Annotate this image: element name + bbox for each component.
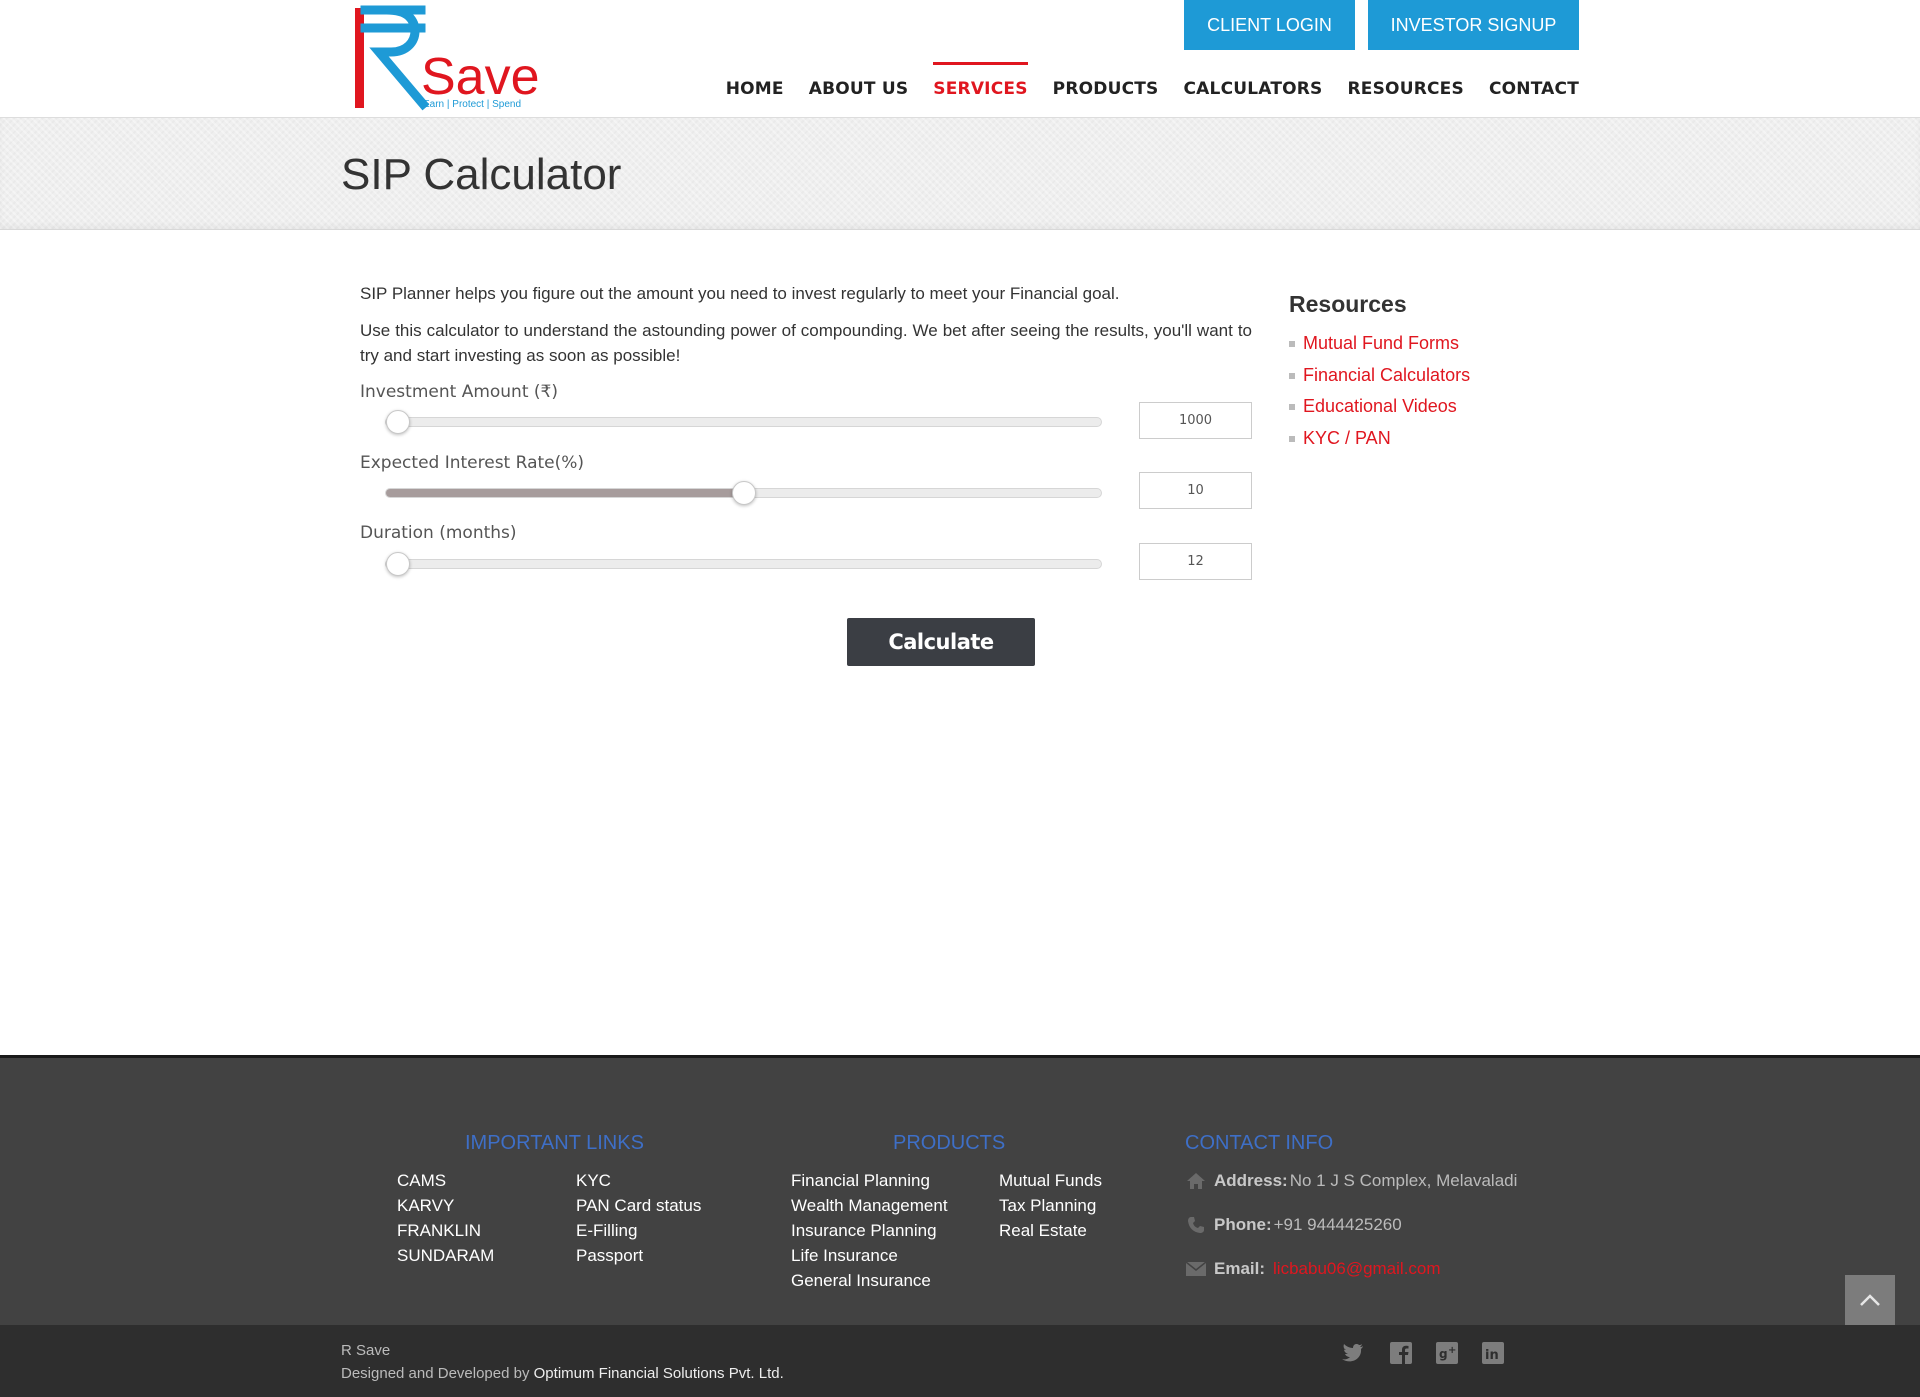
logo-wordmark: Save bbox=[421, 48, 540, 106]
interest-rate-input[interactable]: 10 bbox=[1139, 472, 1252, 509]
bullet-square-icon bbox=[1289, 341, 1295, 347]
important-links-heading: IMPORTANT LINKS bbox=[465, 1132, 644, 1154]
email-label: Email: bbox=[1214, 1259, 1266, 1278]
scroll-to-top-button[interactable] bbox=[1845, 1275, 1895, 1325]
footer-link-karvy[interactable]: KARVY bbox=[397, 1196, 454, 1216]
nav-calculators[interactable]: CALCULATORS bbox=[1171, 62, 1335, 109]
footer-link-pan-card-status[interactable]: PAN Card status bbox=[576, 1196, 701, 1216]
intro-text-1: SIP Planner helps you figure out the amo… bbox=[360, 284, 1120, 303]
footer-link-e-filling[interactable]: E-Filling bbox=[576, 1221, 637, 1241]
nav-home[interactable]: HOME bbox=[713, 62, 796, 109]
interest-rate-label: Expected Interest Rate(%) bbox=[360, 453, 585, 473]
resource-link-educational-videos[interactable]: Educational Videos bbox=[1289, 394, 1470, 426]
contact-info-heading: CONTACT INFO bbox=[1185, 1132, 1334, 1154]
chevron-up-icon bbox=[1860, 1294, 1880, 1306]
bottom-bar bbox=[0, 1325, 1920, 1397]
footer-link-kyc[interactable]: KYC bbox=[576, 1171, 611, 1191]
investor-signup-button[interactable]: INVESTOR SIGNUP bbox=[1368, 0, 1579, 50]
logo[interactable]: Save Earn | Protect | Spend bbox=[351, 0, 591, 116]
logo-tagline: Earn | Protect | Spend bbox=[423, 99, 521, 110]
footer-link-franklin[interactable]: FRANKLIN bbox=[397, 1221, 481, 1241]
interest-rate-fill bbox=[386, 489, 744, 497]
nav-contact[interactable]: CONTACT bbox=[1476, 62, 1579, 109]
footer-link-real-estate[interactable]: Real Estate bbox=[999, 1221, 1087, 1241]
svg-text:g: g bbox=[1439, 1347, 1448, 1361]
duration-slider[interactable] bbox=[385, 552, 1102, 576]
footer-link-tax-planning[interactable]: Tax Planning bbox=[999, 1196, 1096, 1216]
bullet-square-icon bbox=[1289, 372, 1295, 379]
phone-icon bbox=[1185, 1216, 1207, 1234]
main-nav: HOME ABOUT US SERVICES PRODUCTS CALCULAT… bbox=[713, 62, 1579, 109]
phone-value: +91 9444425260 bbox=[1273, 1215, 1402, 1234]
envelope-icon bbox=[1185, 1262, 1207, 1276]
contact-phone: Phone: +91 9444425260 bbox=[1185, 1215, 1402, 1235]
footer bbox=[0, 1055, 1920, 1325]
footer-link-general-insurance[interactable]: General Insurance bbox=[791, 1271, 931, 1291]
footer-link-wealth-management[interactable]: Wealth Management bbox=[791, 1196, 948, 1216]
duration-input[interactable]: 12 bbox=[1139, 543, 1252, 580]
nav-resources[interactable]: RESOURCES bbox=[1335, 62, 1476, 109]
linkedin-icon[interactable]: in bbox=[1482, 1342, 1504, 1364]
resources-heading: Resources bbox=[1289, 291, 1407, 317]
footer-link-mutual-funds[interactable]: Mutual Funds bbox=[999, 1171, 1102, 1191]
resource-link-mutual-fund-forms[interactable]: Mutual Fund Forms bbox=[1289, 331, 1470, 363]
home-icon bbox=[1185, 1172, 1207, 1190]
nav-products[interactable]: PRODUCTS bbox=[1040, 62, 1171, 109]
page-title: SIP Calculator bbox=[341, 150, 622, 199]
bullet-square-icon bbox=[1289, 435, 1295, 442]
bullet-square-icon bbox=[1289, 404, 1295, 410]
designed-by-text: Designed and Developed by Optimum Financ… bbox=[341, 1365, 784, 1382]
duration-label: Duration (months) bbox=[360, 523, 517, 543]
footer-link-financial-planning[interactable]: Financial Planning bbox=[791, 1171, 930, 1191]
investment-amount-input[interactable]: 1000 bbox=[1139, 402, 1252, 439]
contact-email: Email: licbabu06@gmail.com bbox=[1185, 1259, 1441, 1279]
svg-text:+: + bbox=[1448, 1345, 1456, 1356]
footer-link-passport[interactable]: Passport bbox=[576, 1246, 643, 1266]
intro-text-2: Use this calculator to understand the as… bbox=[360, 321, 1252, 365]
copyright-name: R Save bbox=[341, 1342, 391, 1359]
address-value: No 1 J S Complex, Melavaladi bbox=[1289, 1171, 1518, 1190]
resource-link-kyc-pan[interactable]: KYC / PAN bbox=[1289, 426, 1470, 458]
resources-list: Mutual Fund Forms Financial Calculators … bbox=[1289, 331, 1470, 457]
calculate-button[interactable]: Calculate bbox=[847, 618, 1035, 666]
facebook-icon[interactable] bbox=[1390, 1342, 1412, 1364]
twitter-icon[interactable] bbox=[1342, 1342, 1364, 1364]
products-heading: PRODUCTS bbox=[893, 1132, 1006, 1154]
resource-link-financial-calculators[interactable]: Financial Calculators bbox=[1289, 363, 1470, 395]
email-link[interactable]: licbabu06@gmail.com bbox=[1273, 1259, 1441, 1279]
developer-link[interactable]: Optimum Financial Solutions Pvt. Ltd. bbox=[534, 1365, 784, 1382]
address-label: Address: bbox=[1214, 1171, 1288, 1190]
contact-address: Address: No 1 J S Complex, Melavaladi bbox=[1185, 1171, 1517, 1191]
footer-link-life-insurance[interactable]: Life Insurance bbox=[791, 1246, 898, 1266]
footer-link-insurance-planning[interactable]: Insurance Planning bbox=[791, 1221, 937, 1241]
footer-link-cams[interactable]: CAMS bbox=[397, 1171, 446, 1191]
interest-rate-slider[interactable] bbox=[385, 481, 1102, 505]
client-login-button[interactable]: CLIENT LOGIN bbox=[1184, 0, 1355, 50]
phone-label: Phone: bbox=[1214, 1215, 1272, 1234]
nav-about-us[interactable]: ABOUT US bbox=[796, 62, 921, 109]
google-plus-icon[interactable]: g + bbox=[1436, 1342, 1458, 1364]
svg-text:in: in bbox=[1485, 1348, 1499, 1363]
nav-services[interactable]: SERVICES bbox=[920, 62, 1039, 109]
footer-link-sundaram[interactable]: SUNDARAM bbox=[397, 1246, 494, 1266]
duration-handle[interactable] bbox=[386, 552, 410, 576]
site-header: Save Earn | Protect | Spend CLIENT LOGIN… bbox=[0, 0, 1920, 118]
investment-amount-label: Investment Amount (₹) bbox=[360, 382, 558, 402]
investment-amount-handle[interactable] bbox=[386, 410, 410, 434]
title-banner bbox=[0, 118, 1920, 230]
interest-rate-handle[interactable] bbox=[731, 481, 756, 505]
investment-amount-slider[interactable] bbox=[385, 410, 1102, 434]
